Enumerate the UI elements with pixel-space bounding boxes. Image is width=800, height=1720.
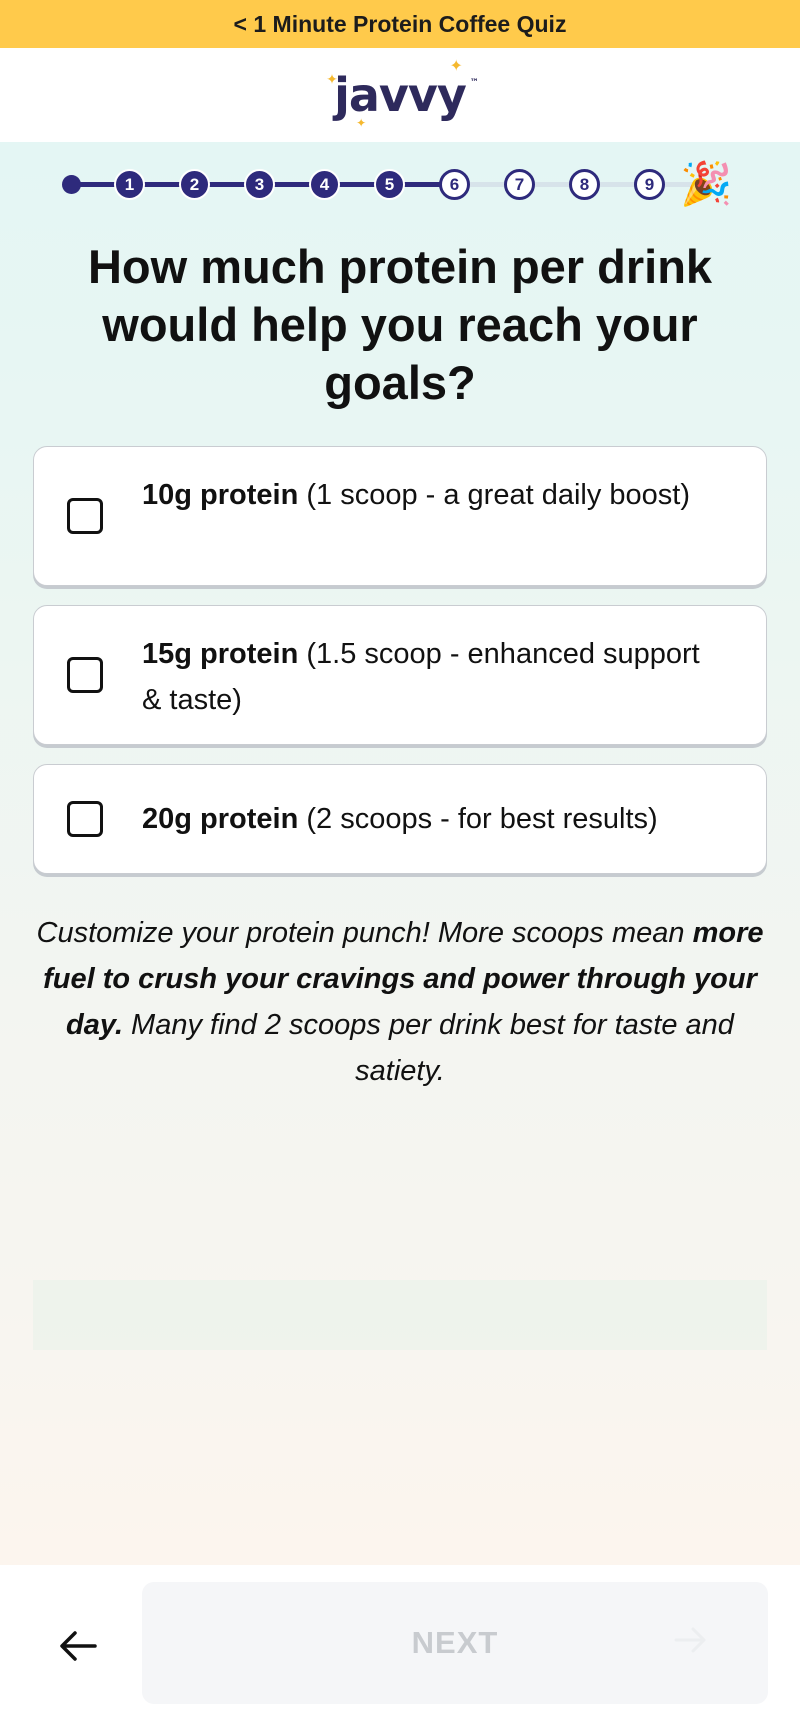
progress-step-1: 1 (114, 169, 145, 200)
checkbox[interactable] (67, 801, 103, 837)
option-detail: (2 scoops - for best results) (298, 803, 658, 835)
javvy-logo[interactable]: javvy ✦ ✦ ✦ ™ (326, 56, 479, 130)
option-10g-protein[interactable]: 10g protein (1 scoop - a great daily boo… (33, 446, 767, 586)
party-popper-icon: 🎉 (680, 160, 733, 207)
question-title: How much protein per drink would help yo… (87, 240, 713, 409)
header: javvy ✦ ✦ ✦ ™ (0, 48, 800, 142)
progress-step-3: 3 (244, 169, 275, 200)
quiz-progress: 1 2 3 4 5 6 7 8 9 🎉 (60, 160, 750, 207)
banner-text: < 1 Minute Protein Coffee Quiz (233, 10, 567, 37)
progress-step-8: 8 (569, 169, 600, 200)
sparkle-icon: ✦ (356, 116, 366, 130)
progress-step-5: 5 (374, 169, 405, 200)
progress-step-9: 9 (634, 169, 665, 200)
logo-text: javvy (334, 68, 467, 122)
progress-step-2: 2 (179, 169, 210, 200)
sparkle-icon: ✦ (449, 56, 462, 75)
option-detail: (1 scoop - a great daily boost) (298, 479, 691, 511)
option-label: 20g protein (2 scoops - for best results… (142, 796, 726, 842)
next-button-label: NEXT (411, 1625, 499, 1660)
checkbox[interactable] (67, 498, 103, 534)
progress-step-7: 7 (504, 169, 535, 200)
option-bold: 15g protein (142, 638, 299, 670)
progress-start-dot (62, 175, 81, 194)
promo-banner: < 1 Minute Protein Coffee Quiz (0, 0, 800, 48)
next-button[interactable]: NEXT (142, 1582, 768, 1704)
sparkle-icon: ✦ (326, 72, 338, 88)
option-20g-protein[interactable]: 20g protein (2 scoops - for best results… (33, 764, 767, 874)
option-bold: 20g protein (142, 803, 299, 835)
arrow-right-icon (674, 1626, 708, 1659)
decorative-panel (33, 1280, 767, 1350)
trademark: ™ (469, 78, 479, 88)
progress-step-4: 4 (309, 169, 340, 200)
description-part1: Customize your protein punch! More scoop… (36, 917, 693, 949)
protein-description: Customize your protein punch! More scoop… (30, 910, 770, 1094)
back-button[interactable] (50, 1620, 106, 1676)
option-15g-protein[interactable]: 15g protein (1.5 scoop - enhanced suppor… (33, 605, 767, 745)
option-bold: 10g protein (142, 479, 299, 511)
checkbox[interactable] (67, 657, 103, 693)
footer-nav: NEXT (0, 1565, 800, 1720)
arrow-left-icon (59, 1630, 97, 1667)
progress-step-6: 6 (439, 169, 470, 200)
option-label: 15g protein (1.5 scoop - enhanced suppor… (142, 631, 726, 723)
description-part2: Many find 2 scoops per drink best for ta… (123, 1009, 734, 1087)
option-label: 10g protein (1 scoop - a great daily boo… (142, 472, 726, 518)
